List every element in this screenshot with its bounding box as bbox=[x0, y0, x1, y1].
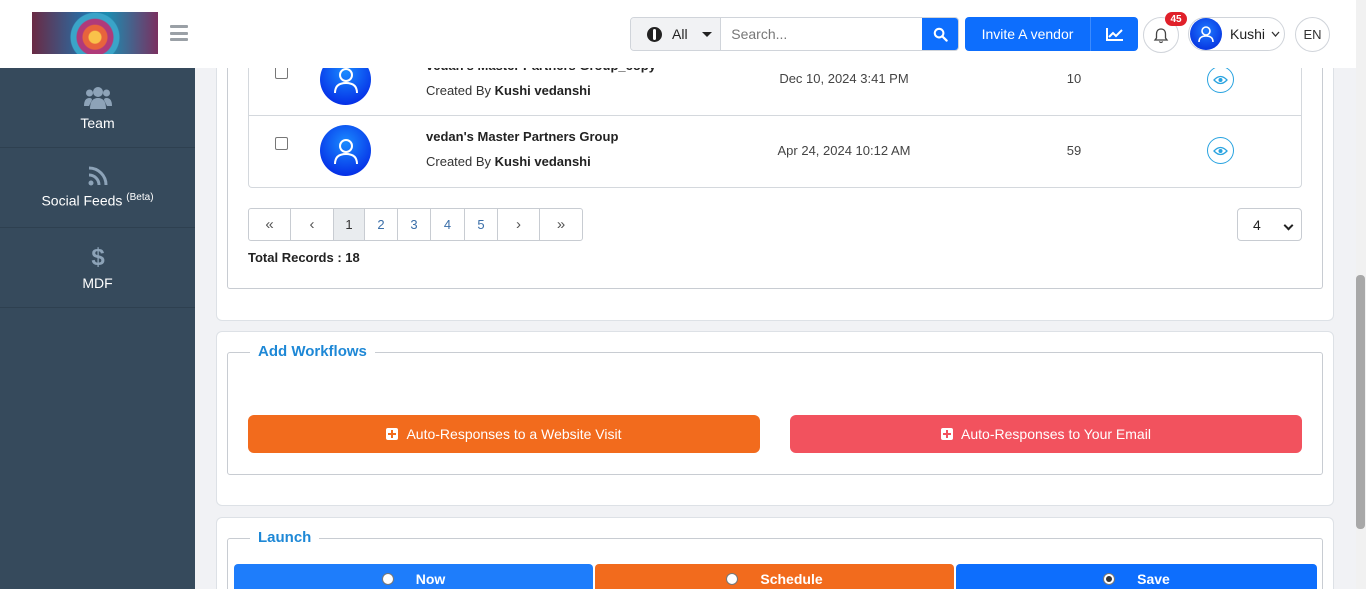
user-icon bbox=[1198, 26, 1214, 43]
page-button[interactable]: 3 bbox=[398, 209, 431, 240]
launch-schedule-button[interactable]: Schedule bbox=[595, 564, 954, 589]
chevron-down-icon bbox=[1283, 220, 1294, 231]
sidebar-item-label: MDF bbox=[82, 274, 113, 291]
created-by-prefix: Created By bbox=[426, 154, 495, 169]
sidebar-item-text: Social Feeds bbox=[41, 192, 127, 209]
per-page-select[interactable]: 4 bbox=[1237, 208, 1302, 241]
language-button[interactable]: EN bbox=[1295, 17, 1330, 52]
user-icon bbox=[333, 67, 358, 93]
user-icon bbox=[333, 138, 358, 164]
created-by-user: Kushi vedanshi bbox=[494, 154, 591, 169]
page-scrollbar-thumb[interactable] bbox=[1356, 275, 1365, 529]
prev-page-button[interactable]: ‹ bbox=[291, 209, 334, 240]
sidebar-item-team[interactable]: Team bbox=[0, 68, 195, 148]
search-group: All bbox=[630, 17, 959, 51]
schedule-label: Schedule bbox=[760, 571, 823, 587]
search-button[interactable] bbox=[922, 18, 958, 50]
view-button[interactable] bbox=[1207, 137, 1234, 164]
sidebar-item-label: Team bbox=[80, 114, 115, 131]
hamburger-menu-icon[interactable] bbox=[170, 25, 188, 41]
rss-icon bbox=[88, 166, 107, 186]
launch-title: Launch bbox=[250, 529, 320, 546]
search-input[interactable] bbox=[721, 18, 923, 50]
email-workflow-button[interactable]: Auto-Responses to Your Email bbox=[790, 415, 1302, 453]
created-by-user: Kushi vedanshi bbox=[494, 83, 591, 98]
per-page-value: 4 bbox=[1253, 216, 1261, 233]
avatar bbox=[1190, 18, 1222, 50]
group-date: Dec 10, 2024 3:41 PM bbox=[779, 71, 909, 86]
radio-icon bbox=[1103, 573, 1116, 585]
total-records: Total Records : 18 bbox=[248, 250, 360, 265]
dollar-icon: $ bbox=[91, 245, 105, 269]
sidebar: Team Social Feeds (Beta) $ MDF bbox=[0, 68, 195, 589]
notification-count-badge: 45 bbox=[1165, 12, 1187, 26]
launch-save-button[interactable]: Save bbox=[956, 564, 1317, 589]
workflows-fieldset bbox=[227, 352, 1323, 475]
team-icon bbox=[83, 86, 112, 109]
chevron-down-icon bbox=[1271, 31, 1280, 37]
next-page-button[interactable]: › bbox=[498, 209, 540, 240]
now-label: Now bbox=[415, 571, 446, 587]
email-label: Auto-Responses to Your Email bbox=[961, 426, 1151, 442]
page-button[interactable]: 1 bbox=[334, 209, 365, 240]
page-button[interactable]: 2 bbox=[365, 209, 398, 240]
line-chart-icon bbox=[1105, 28, 1123, 41]
search-icon bbox=[933, 27, 948, 42]
user-menu[interactable]: Kushi bbox=[1188, 17, 1285, 51]
page-button[interactable]: 4 bbox=[431, 209, 465, 240]
table-row: vedan's Master Partners Group Created By… bbox=[249, 115, 1301, 187]
eye-icon bbox=[1213, 75, 1228, 84]
sidebar-item-social-feeds[interactable]: Social Feeds (Beta) bbox=[0, 148, 195, 228]
website-visit-workflow-button[interactable]: Auto-Responses to a Website Visit bbox=[248, 415, 760, 453]
eye-icon bbox=[1213, 146, 1228, 155]
group-count: 59 bbox=[1066, 143, 1082, 158]
radio-icon bbox=[381, 573, 394, 585]
save-label: Save bbox=[1137, 571, 1170, 587]
beta-tag: (Beta) bbox=[126, 192, 154, 204]
caret-down-icon bbox=[701, 31, 712, 37]
analytics-button[interactable] bbox=[1091, 17, 1138, 51]
first-page-button[interactable]: « bbox=[249, 209, 291, 240]
invite-vendor-button[interactable]: Invite A vendor bbox=[965, 17, 1091, 51]
workflows-title: Add Workflows bbox=[250, 343, 375, 360]
search-filter-dropdown[interactable]: All bbox=[631, 18, 722, 50]
page-button[interactable]: 5 bbox=[465, 209, 498, 240]
sidebar-item-mdf[interactable]: $ MDF bbox=[0, 228, 195, 308]
user-name: Kushi bbox=[1230, 26, 1266, 42]
group-avatar bbox=[320, 125, 371, 176]
row-checkbox[interactable] bbox=[275, 137, 288, 150]
group-created-by: Created By Kushi vedanshi bbox=[426, 83, 591, 98]
globe-icon bbox=[647, 26, 662, 42]
bell-icon bbox=[1153, 27, 1169, 43]
pagination: « ‹ 1 2 3 4 5 › » bbox=[248, 208, 583, 241]
plus-square-icon bbox=[941, 428, 954, 440]
website-visit-label: Auto-Responses to a Website Visit bbox=[406, 426, 622, 442]
search-filter-label: All bbox=[672, 26, 688, 42]
radio-icon bbox=[726, 573, 739, 585]
svg-text:$: $ bbox=[91, 245, 105, 269]
group-name[interactable]: vedan's Master Partners Group bbox=[426, 129, 618, 144]
top-header: All Invite A vendor 45 Kushi EN bbox=[0, 0, 1356, 68]
group-date: Apr 24, 2024 10:12 AM bbox=[777, 143, 911, 158]
group-count: 10 bbox=[1066, 71, 1082, 86]
last-page-button[interactable]: » bbox=[540, 209, 582, 240]
invite-group: Invite A vendor bbox=[965, 17, 1138, 51]
launch-now-button[interactable]: Now bbox=[234, 564, 593, 589]
app-logo[interactable] bbox=[32, 12, 158, 54]
sidebar-item-label: Social Feeds (Beta) bbox=[41, 192, 153, 209]
group-created-by: Created By Kushi vedanshi bbox=[426, 154, 591, 169]
created-by-prefix: Created By bbox=[426, 83, 495, 98]
view-button[interactable] bbox=[1207, 66, 1234, 93]
plus-square-icon bbox=[386, 428, 399, 440]
